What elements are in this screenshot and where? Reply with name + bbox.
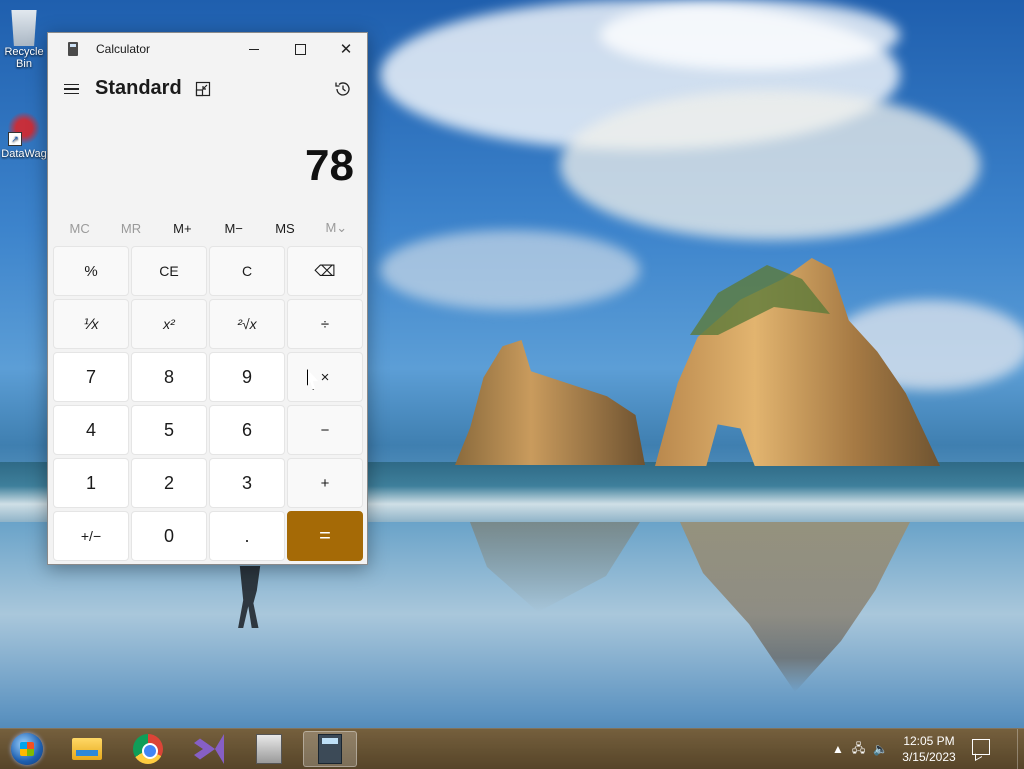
hamburger-icon-line <box>64 92 79 95</box>
navigation-menu-button[interactable] <box>62 79 82 99</box>
action-center-icon[interactable] <box>972 739 990 755</box>
close-button[interactable]: ✕ <box>323 33 369 65</box>
keep-on-top-icon <box>195 81 211 97</box>
wallpaper-cloud <box>560 90 980 240</box>
multiply-button[interactable]: × <box>287 352 363 402</box>
subtract-button[interactable]: − <box>287 405 363 455</box>
keypad: % CE C ⌫ ⅟x x² ²√x ÷ 7 8 9 × 4 5 6 − 1 2… <box>53 246 366 561</box>
minimize-icon <box>249 48 259 50</box>
title-bar[interactable]: Calculator ✕ <box>48 33 367 65</box>
maximize-button[interactable] <box>277 33 323 65</box>
close-icon: ✕ <box>339 41 353 58</box>
result-display: 78 <box>305 141 354 190</box>
calculator-window: Calculator ✕ Standard 78 MC MR M+ M− MS … <box>47 32 368 565</box>
clear-button[interactable]: C <box>209 246 285 296</box>
clear-entry-button[interactable]: CE <box>131 246 207 296</box>
calculator-app-icon <box>68 42 78 56</box>
chrome-icon <box>133 734 163 764</box>
digit-2-button[interactable]: 2 <box>131 458 207 508</box>
memory-bar: MC MR M+ M− MS M⌄ <box>54 213 362 243</box>
maximize-icon <box>294 43 306 55</box>
digit-8-button[interactable]: 8 <box>131 352 207 402</box>
reciprocal-button[interactable]: ⅟x <box>53 299 129 349</box>
digit-5-button[interactable]: 5 <box>131 405 207 455</box>
digit-7-button[interactable]: 7 <box>53 352 129 402</box>
history-icon <box>335 82 350 96</box>
wallpaper-reflection <box>680 522 910 692</box>
recycle-bin-icon <box>11 10 37 46</box>
hamburger-icon-line <box>64 88 79 90</box>
percent-button[interactable]: % <box>53 246 129 296</box>
desktop-icon-datawag[interactable]: ↗ DataWag <box>0 108 48 160</box>
digit-6-button[interactable]: 6 <box>209 405 285 455</box>
taskbar-clock[interactable]: 12:05 PM 3/15/2023 <box>895 733 963 765</box>
wallpaper-person <box>238 566 261 628</box>
start-button[interactable] <box>0 731 54 767</box>
taskbar: ▲ 🖧 🔈 12:05 PM 3/15/2023 <box>0 728 1024 769</box>
shortcut-arrow-icon: ↗ <box>8 132 22 146</box>
backspace-button[interactable]: ⌫ <box>287 246 363 296</box>
desktop-icon-recycle-bin[interactable]: Recycle Bin <box>0 6 48 70</box>
memory-clear-button[interactable]: MC <box>54 213 105 243</box>
network-icon[interactable]: 🖧 <box>852 739 865 760</box>
wallpaper-reflection <box>470 522 640 612</box>
datawag-app-icon: ↗ <box>6 108 42 148</box>
minimize-button[interactable] <box>231 33 277 65</box>
add-button[interactable]: + <box>287 458 363 508</box>
digit-0-button[interactable]: 0 <box>131 511 207 561</box>
folder-icon <box>72 738 102 760</box>
visual-studio-icon <box>194 734 224 764</box>
windows-logo-icon <box>11 733 43 765</box>
digit-3-button[interactable]: 3 <box>209 458 285 508</box>
memory-recall-button[interactable]: MR <box>105 213 156 243</box>
taskbar-calculator[interactable] <box>303 731 357 767</box>
wallpaper-rock <box>455 340 645 465</box>
history-button[interactable] <box>333 79 353 99</box>
hamburger-icon-line <box>64 83 79 86</box>
volume-icon[interactable]: 🔈 <box>873 742 888 756</box>
wallpaper-cloud <box>600 0 900 70</box>
clock-date: 3/15/2023 <box>902 750 956 764</box>
show-hidden-icons-chevron-icon[interactable]: ▲ <box>832 742 844 756</box>
digit-9-button[interactable]: 9 <box>209 352 285 402</box>
equals-button[interactable]: = <box>287 511 363 561</box>
digit-4-button[interactable]: 4 <box>53 405 129 455</box>
square-button[interactable]: x² <box>131 299 207 349</box>
taskbar-chrome[interactable] <box>121 731 175 767</box>
memory-list-button[interactable]: M⌄ <box>311 213 362 243</box>
memory-add-button[interactable]: M+ <box>157 213 208 243</box>
show-desktop-button[interactable] <box>1017 729 1024 769</box>
taskbar-document-app[interactable] <box>242 731 296 767</box>
taskbar-visual-studio[interactable] <box>182 731 236 767</box>
square-root-button[interactable]: ²√x <box>209 299 285 349</box>
desktop-icon-label: Recycle Bin <box>4 46 44 70</box>
desktop-icon-label: DataWag <box>1 148 47 160</box>
digit-1-button[interactable]: 1 <box>53 458 129 508</box>
window-title: Calculator <box>96 42 151 56</box>
system-tray: ▲ 🖧 🔈 <box>832 729 888 769</box>
keep-on-top-button[interactable] <box>195 81 211 97</box>
memory-store-button[interactable]: MS <box>259 213 310 243</box>
calculator-mode-title: Standard <box>95 77 182 99</box>
calculator-icon <box>318 734 342 764</box>
document-icon <box>256 734 282 764</box>
divide-button[interactable]: ÷ <box>287 299 363 349</box>
negate-button[interactable]: +/− <box>53 511 129 561</box>
calculator-header: Standard <box>48 65 367 113</box>
wallpaper-cloud <box>380 230 640 310</box>
decimal-point-button[interactable]: . <box>209 511 285 561</box>
taskbar-file-explorer[interactable] <box>60 731 114 767</box>
memory-subtract-button[interactable]: M− <box>208 213 259 243</box>
clock-time: 12:05 PM <box>903 734 955 748</box>
